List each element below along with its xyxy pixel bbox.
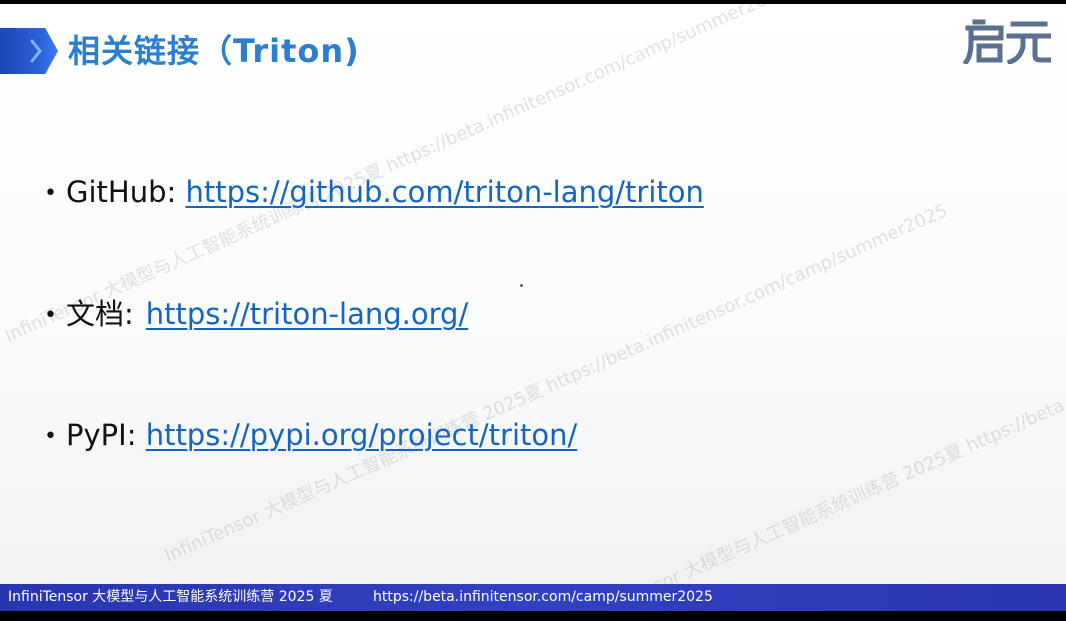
qiyuan-logo [963,19,1051,64]
bullet-dot: • [44,424,57,449]
cursor-dot [520,284,523,287]
footer-bar: InfiniTensor 大模型与人工智能系统训练营 2025 夏 https:… [0,584,1066,611]
slide-title: 相关链接（Triton) [68,32,360,70]
list-item: • PyPI: https://pypi.org/project/triton/ [44,415,577,457]
title-accent-arrow [0,28,58,74]
chevron-right-icon [30,39,42,63]
bullet-dot: • [44,181,57,206]
docs-link[interactable]: https://triton-lang.org/ [146,297,468,331]
screen: InfiniTensor 大模型与人工智能系统训练营 2025夏 https:/… [0,0,1066,621]
bullet-dot: • [44,303,57,328]
github-link[interactable]: https://github.com/triton-lang/triton [185,175,703,209]
github-label: GitHub: [66,175,186,209]
watermark-text: InfiniTensor 大模型与人工智能系统训练营 2025夏 https:/… [161,200,951,567]
footer-url: https://beta.infinitensor.com/camp/summe… [373,589,713,605]
watermark-text: InfiniTensor 大模型与人工智能系统训练营 2025夏 https:/… [582,260,1066,584]
list-item: • GitHub: https://github.com/triton-lang/… [44,172,704,214]
list-item: • 文档: https://triton-lang.org/ [44,294,468,336]
pypi-label: PyPI: [66,418,146,452]
presentation-slide: InfiniTensor 大模型与人工智能系统训练营 2025夏 https:/… [0,4,1066,584]
pypi-link[interactable]: https://pypi.org/project/triton/ [146,418,578,452]
docs-label: 文档: [66,297,134,331]
footer-camp-name: InfiniTensor 大模型与人工智能系统训练营 2025 夏 [8,589,333,605]
